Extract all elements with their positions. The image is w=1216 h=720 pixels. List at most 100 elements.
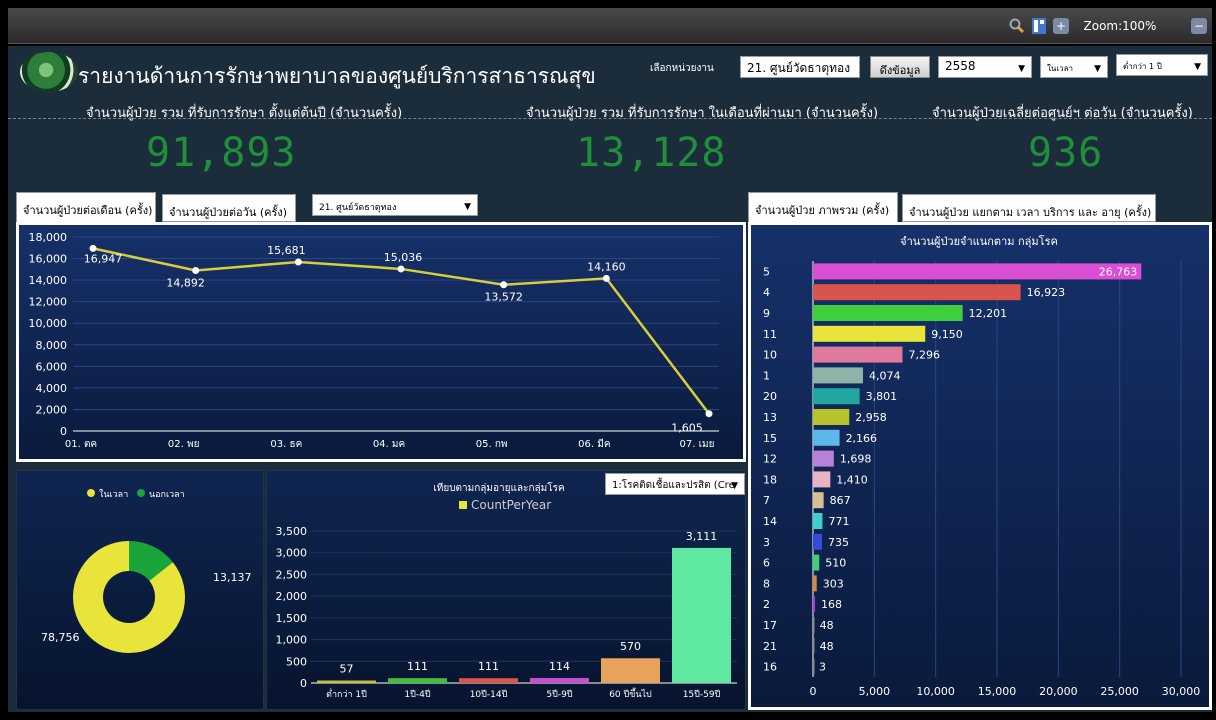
category-label: 20: [763, 390, 777, 403]
bar-value-label: 570: [620, 640, 641, 653]
kpi-value-ytd: 91,893: [146, 130, 297, 176]
bar: [813, 513, 823, 529]
age-bar-panel: เทียบตามกลุ่มอายุและกลุ่มโรค CountPerYear…: [266, 470, 746, 710]
y-tick-label: 1,500: [276, 612, 308, 625]
magnifier-icon-svg: [1009, 18, 1025, 34]
category-label: 15: [763, 432, 777, 445]
bar: [813, 429, 840, 446]
category-label: 18: [763, 473, 777, 486]
category-label: 21: [763, 640, 777, 653]
bar-value-label: 1,698: [840, 453, 872, 466]
time-select[interactable]: ในเวลา ▼: [1040, 56, 1108, 78]
time-value: ในเวลา: [1047, 64, 1073, 73]
y-tick-label: 8,000: [36, 339, 68, 352]
bar-value-label: 16,923: [1027, 286, 1066, 299]
data-point: [397, 265, 405, 273]
y-tick-label: 10,000: [29, 317, 68, 330]
bar: [813, 367, 863, 384]
magnifier-icon[interactable]: [1008, 17, 1026, 35]
chart-title: เทียบตามกลุ่มอายุและกลุ่มโรค: [433, 481, 564, 494]
bar: [813, 596, 816, 613]
x-tick-label: 60 ปีขึ้นไป: [609, 687, 652, 700]
x-tick-label: 15,000: [978, 685, 1017, 698]
bar: [813, 554, 820, 571]
year-select[interactable]: 2558 ▼: [938, 56, 1032, 78]
tab-overall[interactable]: จำนวนผู้ป่วย ภาพรวม (ครั้ง): [748, 192, 898, 222]
bar-value-label: 48: [820, 640, 834, 653]
tab-breakdown[interactable]: จำนวนผู้ป่วย แยกตาม เวลา บริการ และ อายุ…: [902, 194, 1156, 222]
bar-value-label: 3,801: [866, 390, 898, 403]
bar-value-label: 111: [478, 660, 499, 673]
bar: [530, 678, 589, 683]
bar-value-label: 2,958: [855, 411, 887, 424]
x-tick-label: 25,000: [1100, 685, 1139, 698]
legend-swatch: [459, 501, 467, 509]
disease-select[interactable]: 1:โรคติดเชื้อและปรสิต (Cre ▼: [605, 473, 745, 495]
plus-icon[interactable]: +: [1052, 17, 1070, 35]
center-select[interactable]: 21. ศูนย์วัดธาตุทอง ▼: [312, 194, 478, 216]
data-label: 15,681: [267, 244, 306, 257]
hbar-chart: จำนวนผู้ป่วยจำแนกตาม กลุ่มโรค 0 5,000 10,00…: [763, 234, 1201, 698]
bar: [813, 284, 1021, 301]
bar-value-label: 3: [819, 661, 826, 674]
minus-icon[interactable]: −: [1190, 17, 1208, 35]
page-title: รายงานด้านการรักษาพยาบาลของศูนย์บริการสา…: [78, 64, 596, 88]
y-tick-label: 6,000: [36, 360, 68, 373]
tab-daily[interactable]: จำนวนผู้ป่วยต่อวัน (ครั้ง): [162, 194, 296, 222]
bar: [388, 678, 447, 683]
minus-icon-box: −: [1191, 18, 1207, 34]
data-label: 14,160: [587, 260, 626, 273]
bar: [813, 533, 823, 550]
age-select[interactable]: ต่ำกว่า 1 ปี ▼: [1116, 54, 1208, 76]
data-label: 14,892: [166, 276, 205, 289]
divider: [8, 118, 1212, 119]
zoom-level: Zoom:100%: [1083, 19, 1157, 33]
legend-label: ในเวลา: [99, 489, 128, 500]
bar: [813, 325, 926, 342]
x-tick-label: 07. เมย: [680, 439, 715, 450]
y-tick-label: 16,000: [29, 253, 68, 266]
bar-value-label: 867: [830, 494, 851, 507]
y-tick-label: 500: [286, 655, 307, 668]
category-label: 8: [763, 577, 770, 590]
category-label: 6: [763, 557, 770, 570]
bar-value-label: 735: [828, 536, 849, 549]
chevron-down-icon: ▼: [731, 481, 738, 491]
bar-value-label: 3,111: [686, 530, 718, 543]
unit-select[interactable]: 21. ศูนย์วัดธาตุทอง: [740, 56, 860, 78]
legend-dot: [87, 489, 95, 497]
category-label: 17: [763, 619, 777, 632]
x-tick-label: 30,000: [1162, 685, 1201, 698]
kpi-value-daily: 936: [1028, 130, 1104, 176]
data-point: [602, 274, 610, 282]
kpi-label-daily: จำนวนผู้ป่วยเฉลี่ยต่อศูนย์ฯ ต่อวัน (จำนว…: [932, 106, 1193, 121]
bar-value-label: 48: [820, 619, 834, 632]
donut-panel: ในเวลา นอกเวลา 78,756 13,137: [16, 470, 264, 710]
layout-icon[interactable]: [1030, 17, 1048, 35]
x-tick-label: 01. ตค: [65, 439, 97, 450]
x-tick-label: 03. ธค: [270, 439, 302, 450]
y-tick-label: 1,000: [276, 634, 308, 647]
x-tick-label: 05. กพ: [476, 439, 508, 450]
bar-value-label: 1,410: [836, 473, 868, 486]
dashboard: รายงานด้านการรักษาพยาบาลของศูนย์บริการสา…: [8, 46, 1212, 712]
x-tick-label: 1ปี-4ปี: [404, 689, 430, 700]
bar-value-label: 510: [825, 557, 846, 570]
year-value: 2558: [945, 59, 976, 73]
bar: [813, 658, 815, 675]
bar: [813, 637, 815, 654]
y-tick-label: 3,000: [276, 547, 308, 560]
data-point: [192, 266, 200, 274]
fetch-button[interactable]: ดึงข้อมูล: [870, 56, 930, 78]
bar: [317, 680, 376, 683]
y-tick-label: 0: [300, 677, 307, 690]
bar: [813, 346, 903, 363]
chart-title: จำนวนผู้ป่วยจำแนกตาม กลุ่มโรค: [900, 234, 1058, 248]
bar-value-label: 303: [823, 577, 844, 590]
legend-label: CountPerYear: [471, 498, 551, 512]
tab-monthly[interactable]: จำนวนผู้ป่วยต่อเดือน (ครั้ง): [16, 192, 156, 222]
x-tick-label: 06. มีค: [578, 438, 610, 450]
bar: [813, 263, 1142, 280]
data-point: [89, 244, 97, 252]
category-label: 5: [763, 265, 770, 278]
